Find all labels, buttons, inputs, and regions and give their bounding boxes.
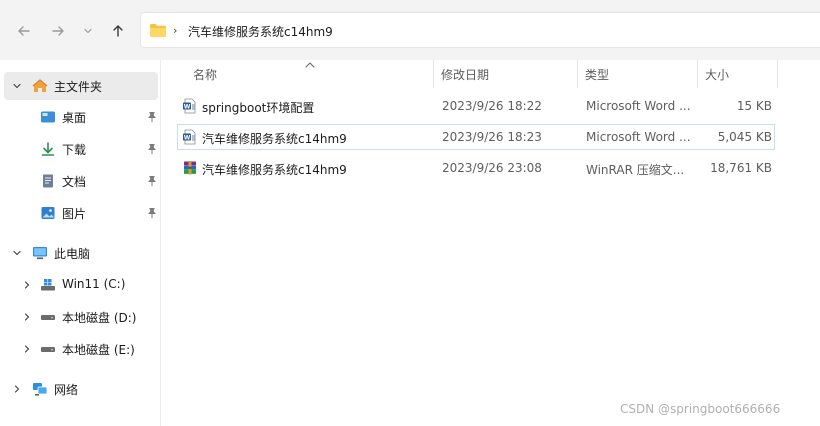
column-header-type[interactable]: 类型 (585, 60, 697, 88)
address-bar[interactable]: › 汽车维修服务系统c14hm9 (140, 12, 820, 48)
column-header-size[interactable]: 大小 (705, 60, 777, 88)
file-list: 名称 修改日期 类型 大小 W springboot环境配置 2023/9/26… (161, 60, 820, 426)
column-header-label: 大小 (705, 67, 730, 82)
document-icon (43, 174, 53, 188)
column-header-name[interactable]: 名称 (193, 60, 433, 88)
pin-icon (147, 112, 157, 122)
sidebar-item-label: 主文件夹 (54, 80, 103, 94)
sidebar-item-this-pc[interactable]: 此电脑 (4, 239, 158, 267)
home-icon (32, 79, 48, 92)
column-divider[interactable] (577, 60, 578, 88)
sidebar-item-label: Win11 (C:) (62, 277, 126, 291)
sidebar-item-network[interactable]: 网络 (4, 375, 158, 403)
svg-text:W: W (184, 103, 191, 110)
sidebar-item-label: 文档 (62, 175, 87, 189)
download-icon (41, 142, 55, 156)
sidebar-item-home[interactable]: 主文件夹 (4, 72, 158, 100)
navigation-pane: 主文件夹 桌面 下载 文档 图片 此电脑 Win11 (C:) 本地磁盘 (D:… (0, 60, 161, 426)
pin-icon (147, 144, 157, 154)
picture-icon (41, 207, 55, 219)
chevron-right-icon[interactable] (12, 384, 22, 394)
arrow-right-icon (52, 26, 64, 36)
folder-icon (150, 24, 166, 37)
svg-text:W: W (184, 134, 191, 141)
sidebar-item-label: 本地磁盘 (D:) (62, 311, 137, 325)
file-type: Microsoft Word ... (586, 99, 691, 113)
file-row[interactable]: 汽车维修服务系统c14hm9 2023/9/26 23:08 WinRAR 压缩… (177, 155, 775, 181)
sidebar-item-pictures[interactable]: 图片 (4, 199, 158, 227)
drive-icon (41, 315, 55, 320)
sidebar-item-label: 桌面 (62, 111, 87, 125)
chevron-down-icon (84, 28, 92, 34)
sidebar-item-downloads[interactable]: 下载 (4, 135, 158, 163)
file-size: 5,045 KB (717, 130, 772, 144)
sidebar-item-label: 本地磁盘 (E:) (62, 343, 135, 357)
column-divider[interactable] (697, 60, 698, 88)
file-type: Microsoft Word ... (586, 130, 691, 144)
column-divider[interactable] (777, 60, 778, 88)
windows-drive-icon (41, 279, 55, 291)
chevron-right-icon[interactable] (22, 344, 32, 354)
arrow-left-icon (18, 26, 30, 36)
desktop-icon (41, 111, 55, 123)
file-size: 15 KB (736, 99, 772, 113)
file-name: 汽车维修服务系统c14hm9 (202, 132, 347, 146)
sidebar-item-drive-e[interactable]: 本地磁盘 (E:) (4, 335, 158, 363)
sidebar-item-drive-d[interactable]: 本地磁盘 (D:) (4, 303, 158, 331)
file-modified: 2023/9/26 18:22 (442, 99, 542, 113)
breadcrumb-current-folder[interactable]: 汽车维修服务系统c14hm9 (188, 23, 333, 40)
pin-icon (147, 208, 157, 218)
winrar-archive-icon (184, 161, 196, 175)
file-modified: 2023/9/26 18:23 (442, 130, 542, 144)
pin-icon (147, 176, 157, 186)
file-size: 18,761 KB (710, 161, 772, 175)
sidebar-item-documents[interactable]: 文档 (4, 167, 158, 195)
back-button[interactable] (10, 18, 38, 44)
up-button[interactable] (104, 18, 132, 44)
column-header-label: 名称 (193, 67, 218, 82)
watermark-text: CSDN @springboot666666 (620, 402, 781, 416)
sidebar-item-drive-c[interactable]: Win11 (C:) (4, 271, 158, 299)
drive-icon (41, 347, 55, 352)
breadcrumb-separator: › (173, 24, 178, 37)
file-row[interactable]: W springboot环境配置 2023/9/26 18:22 Microso… (177, 93, 775, 119)
sidebar-item-label: 下载 (62, 143, 87, 157)
recent-locations-button[interactable] (76, 18, 100, 44)
column-header-label: 类型 (585, 67, 610, 82)
chevron-right-icon[interactable] (22, 312, 32, 322)
word-doc-icon: W (183, 98, 196, 114)
computer-icon (33, 247, 47, 260)
sidebar-item-label: 此电脑 (54, 247, 91, 261)
file-row[interactable]: W 汽车维修服务系统c14hm9 2023/9/26 18:23 Microso… (177, 124, 775, 150)
chevron-down-icon[interactable] (12, 248, 22, 258)
chevron-down-icon[interactable] (12, 81, 22, 91)
forward-button[interactable] (44, 18, 72, 44)
word-doc-icon: W (183, 129, 196, 145)
file-modified: 2023/9/26 23:08 (442, 161, 542, 175)
column-header-modified[interactable]: 修改日期 (441, 60, 577, 88)
file-explorer-window: › 汽车维修服务系统c14hm9 主文件夹 桌面 下载 文档 图片 此电脑 Wi… (0, 0, 820, 426)
arrow-up-icon (113, 25, 123, 37)
file-type: WinRAR 压缩文... (586, 163, 685, 177)
file-name: 汽车维修服务系统c14hm9 (202, 163, 347, 177)
sidebar-item-desktop[interactable]: 桌面 (4, 103, 158, 131)
column-header-label: 修改日期 (441, 67, 490, 82)
column-divider[interactable] (433, 60, 434, 88)
sidebar-item-label: 网络 (54, 383, 79, 397)
navigation-toolbar: › 汽车维修服务系统c14hm9 (0, 0, 820, 60)
file-name: springboot环境配置 (202, 101, 315, 115)
sidebar-item-label: 图片 (62, 207, 87, 221)
network-icon (33, 383, 48, 396)
chevron-right-icon[interactable] (22, 280, 32, 290)
